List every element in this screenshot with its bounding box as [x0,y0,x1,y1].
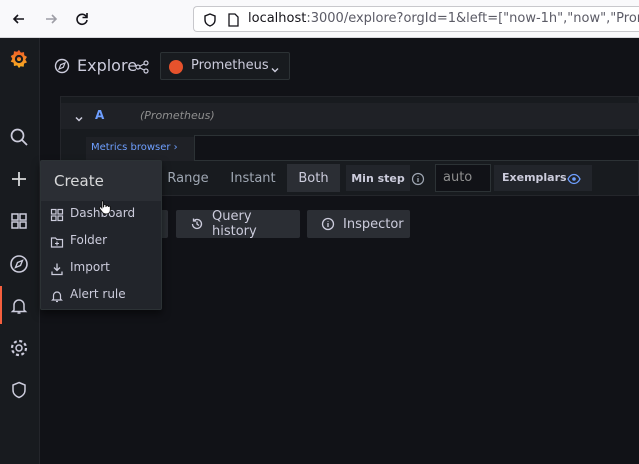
url-path: :3000/explore?orgId=1&left=["now-1h","no… [306,11,639,26]
back-icon[interactable] [8,8,30,30]
menu-item-folder[interactable]: Folder [41,228,161,254]
hand-cursor-icon [98,199,112,219]
min-step-label: Min step [346,165,410,191]
min-step-input[interactable]: auto [435,164,491,192]
query-row-header[interactable]: A (Prometheus) [61,103,639,129]
inspector-label: Inspector [343,216,404,232]
promql-query-input[interactable] [194,135,639,161]
url-text: localhost:3000/explore?orgId=1&left=["no… [248,11,639,26]
reload-icon[interactable] [71,8,93,30]
alerting-icon[interactable] [8,295,30,317]
query-ref-id: A [95,108,105,122]
datasource-picker[interactable]: Prometheus [160,52,290,80]
side-nav [0,38,40,464]
configuration-icon[interactable] [8,337,30,359]
menu-item-label: Folder [70,233,108,247]
menu-item-label: Import [70,260,110,274]
forward-icon[interactable] [40,8,62,30]
plus-icon[interactable] [8,168,30,190]
metrics-browser-text: Metrics browser [91,142,171,153]
page-title: Explore [77,56,138,75]
inspector-button[interactable]: Inspector [307,210,410,238]
menu-item-label: Alert rule [70,287,126,301]
import-icon [50,261,64,280]
bell-icon [50,288,64,307]
info-icon[interactable] [411,171,425,190]
query-datasource-hint: (Prometheus) [140,109,215,122]
active-nav-indicator [0,286,2,324]
shield-icon[interactable] [8,379,30,401]
menu-item-import[interactable]: Import [41,255,161,281]
search-icon[interactable] [8,126,30,148]
explore-toolbar: Explore Prometheus [40,38,639,94]
collapse-chevron-icon[interactable] [73,110,85,129]
create-dropdown-menu: Create Dashboard Folder Import Alert rul… [40,160,162,310]
explore-icon[interactable] [8,253,30,275]
folder-plus-icon [50,234,64,253]
url-host: localhost [248,11,307,26]
menu-item-alert-rule[interactable]: Alert rule [41,282,161,308]
query-type-both[interactable]: Both [287,164,340,192]
browser-toolbar: localhost:3000/explore?orgId=1&left=["no… [0,0,639,38]
dashboards-icon[interactable] [8,210,30,232]
exemplars-label: Exemplars [502,171,567,184]
prometheus-logo-icon [169,60,183,74]
eye-icon[interactable] [567,171,581,190]
metrics-browser-button[interactable]: Metrics browser › [86,137,194,161]
query-type-instant[interactable]: Instant [226,164,280,192]
explore-title-icon [54,58,70,78]
query-history-label: Query history [212,209,257,239]
query-history-button[interactable]: Query history [176,209,300,239]
share-icon[interactable] [135,59,149,78]
address-bar[interactable]: localhost:3000/explore?orgId=1&left=["no… [193,6,639,32]
chevron-down-icon [269,61,281,80]
create-menu-title: Create [54,172,104,190]
page-info-icon[interactable] [225,12,241,28]
datasource-name: Prometheus [191,58,269,73]
query-type-range[interactable]: Range [163,164,213,192]
create-menu-header[interactable]: Create [41,161,161,201]
dashboard-grid-icon [50,207,64,226]
metrics-browser-label: Metrics browser › [91,142,178,153]
tracking-shield-icon[interactable] [202,12,218,28]
info-circle-icon [321,217,335,231]
history-icon [190,217,204,231]
grafana-logo[interactable] [8,48,30,70]
exemplars-toggle[interactable]: Exemplars [494,165,592,191]
